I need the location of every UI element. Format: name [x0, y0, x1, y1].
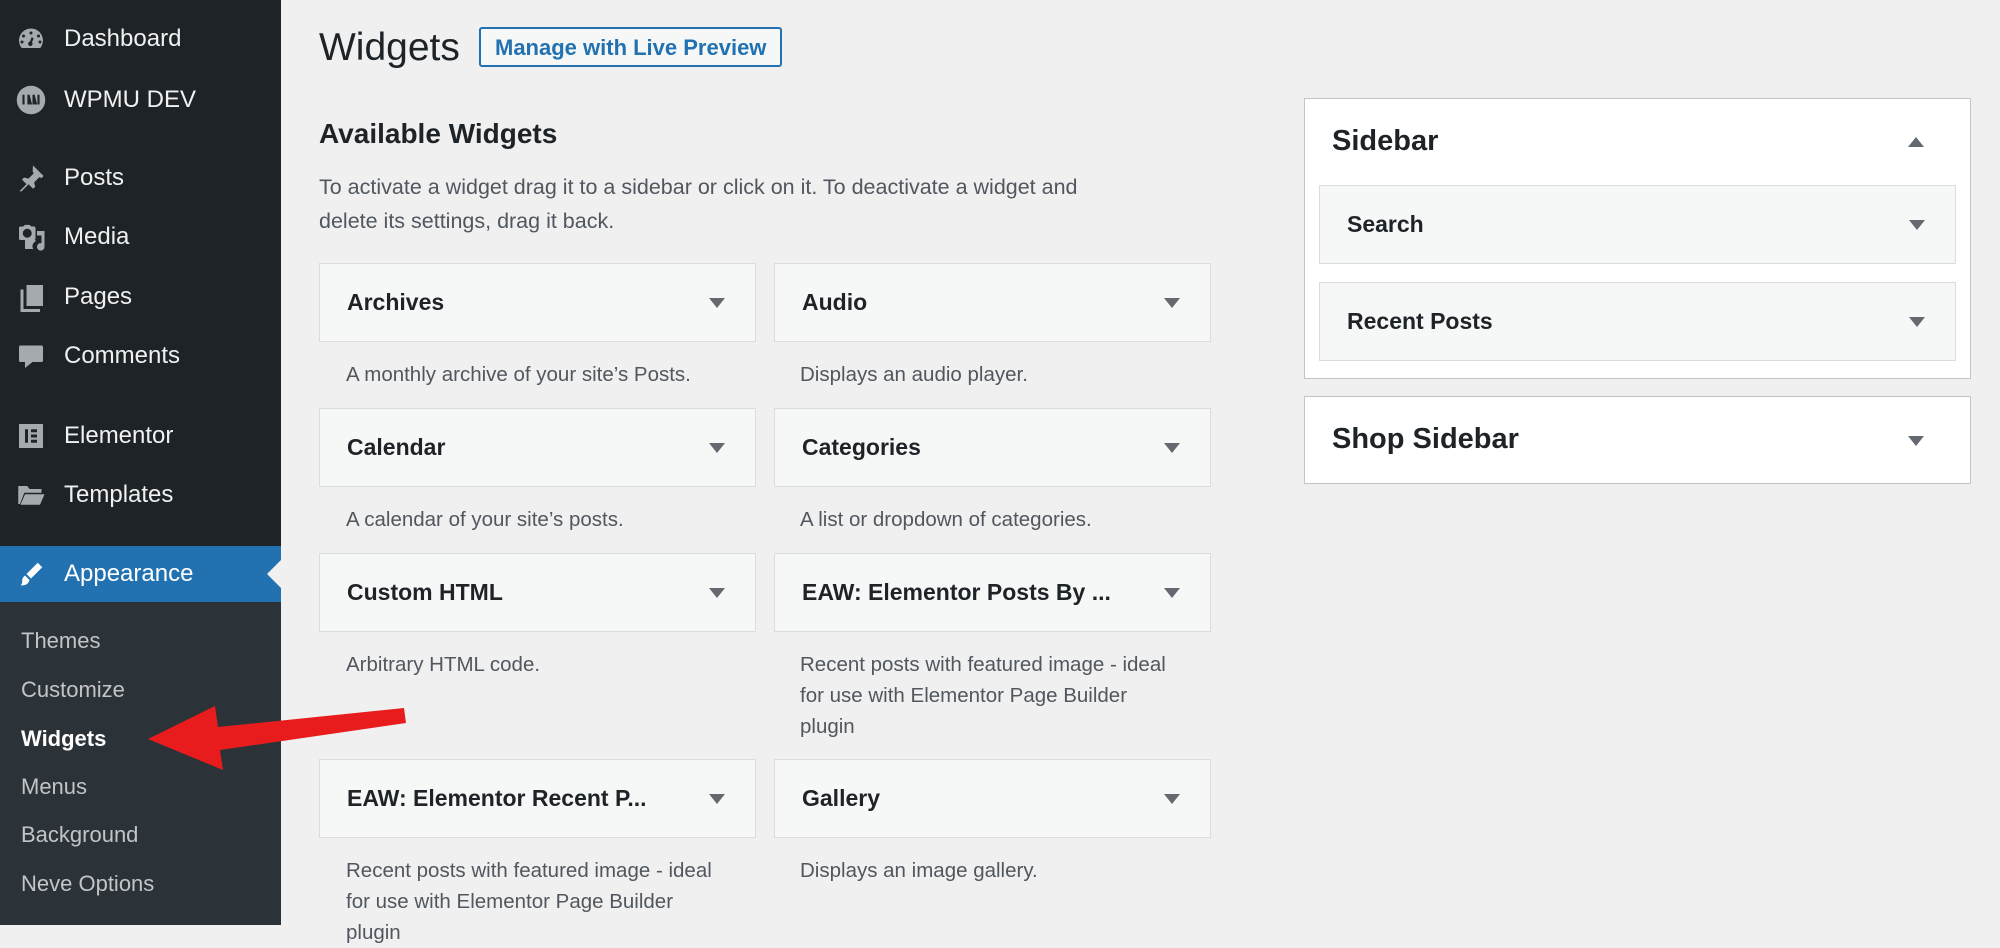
widget-title: Gallery [802, 785, 880, 811]
wpmudev-icon [15, 84, 47, 116]
current-indicator [267, 560, 281, 588]
widget-title: Audio [802, 289, 868, 315]
menu-item-pages[interactable]: Pages [0, 269, 281, 325]
expand-arrow-icon[interactable] [709, 588, 725, 598]
submenu-item-neve-options[interactable]: Neve Options [21, 871, 154, 897]
widget-calendar[interactable]: Calendar [319, 408, 756, 487]
page-title: Widgets [319, 26, 460, 69]
widget-eaw-posts-by[interactable]: EAW: Elementor Posts By ... [774, 553, 1211, 632]
menu-item-templates[interactable]: Templates [0, 467, 281, 523]
widget-audio[interactable]: Audio [774, 263, 1211, 342]
menu-item-label: Dashboard [64, 25, 182, 52]
menu-item-posts[interactable]: Posts [0, 150, 281, 206]
manage-live-preview-button[interactable]: Manage with Live Preview [479, 27, 783, 67]
expand-arrow-icon[interactable] [709, 298, 725, 308]
widget-description: A list or dropdown of categories. [800, 508, 1092, 531]
widget-categories[interactable]: Categories [774, 408, 1211, 487]
widget-title: Categories [802, 434, 921, 460]
folder-icon [15, 479, 47, 511]
widget-gallery[interactable]: Gallery [774, 759, 1211, 838]
widget-description: A calendar of your site’s posts. [346, 508, 624, 531]
widget-title: Search [1347, 211, 1424, 237]
sidebar-widget-search[interactable]: Search [1319, 185, 1956, 264]
menu-item-label: Appearance [64, 560, 194, 587]
expand-arrow-icon[interactable] [1164, 794, 1180, 804]
widget-title: Calendar [347, 434, 446, 460]
submenu-item-customize[interactable]: Customize [21, 677, 125, 703]
expand-arrow-icon[interactable] [1909, 220, 1925, 230]
sidebar-area[interactable]: Sidebar Search Recent Posts [1304, 98, 1971, 379]
sidebar-widget-recent-posts[interactable]: Recent Posts [1319, 282, 1956, 361]
expand-arrow-icon[interactable] [709, 443, 725, 453]
expand-arrow-icon[interactable] [1909, 317, 1925, 327]
menu-item-label: Posts [64, 164, 125, 191]
comment-icon [15, 340, 47, 372]
menu-item-label: Pages [64, 283, 133, 310]
pages-icon [15, 281, 47, 313]
expand-arrow-icon[interactable] [1164, 443, 1180, 453]
widget-title: EAW: Elementor Posts By ... [802, 579, 1111, 605]
menu-item-comments[interactable]: Comments [0, 328, 281, 384]
widget-description: Recent posts with featured image - ideal… [800, 653, 1166, 738]
sidebar-area-title: Shop Sidebar [1332, 423, 1519, 455]
dashboard-icon [15, 23, 47, 55]
menu-item-label: Elementor [64, 422, 174, 449]
menu-item-appearance[interactable]: Appearance [0, 546, 281, 602]
expand-arrow-icon[interactable] [1164, 298, 1180, 308]
available-widgets-intro: To activate a widget drag it to a sideba… [319, 175, 1078, 233]
sidebar-area-title: Sidebar [1332, 125, 1439, 157]
menu-item-wpmudev[interactable]: WPMU DEV [0, 72, 281, 128]
expand-arrow-icon[interactable] [709, 794, 725, 804]
menu-item-dashboard[interactable]: Dashboard [0, 11, 281, 67]
submenu-item-menus[interactable]: Menus [21, 774, 87, 800]
widget-description: Displays an image gallery. [800, 859, 1038, 882]
widget-title: Archives [347, 289, 445, 315]
widget-description: A monthly archive of your site’s Posts. [346, 363, 691, 386]
widget-description: Displays an audio player. [800, 363, 1028, 386]
menu-item-label: WPMU DEV [64, 86, 196, 113]
submenu-item-background[interactable]: Background [21, 822, 138, 848]
pin-icon [15, 162, 47, 194]
menu-item-elementor[interactable]: Elementor [0, 408, 281, 464]
widget-description: Arbitrary HTML code. [346, 653, 541, 676]
widget-description: Recent posts with featured image - ideal… [346, 859, 712, 944]
shop-sidebar-area[interactable]: Shop Sidebar [1304, 396, 1971, 484]
red-arrow-annotation [148, 706, 406, 770]
available-widgets-title: Available Widgets [319, 118, 558, 149]
expand-arrow-icon[interactable] [1164, 588, 1180, 598]
expand-arrow-icon[interactable] [1908, 436, 1924, 446]
menu-item-media[interactable]: Media [0, 209, 281, 265]
menu-item-label: Media [64, 223, 130, 250]
submenu-item-themes[interactable]: Themes [21, 628, 100, 654]
widget-title: Recent Posts [1347, 308, 1493, 334]
widget-archives[interactable]: Archives [319, 263, 756, 342]
paintbrush-icon [15, 558, 47, 590]
elementor-icon [15, 420, 47, 452]
menu-item-label: Templates [64, 481, 174, 508]
media-icon [15, 221, 47, 253]
menu-item-label: Comments [64, 342, 181, 369]
widget-custom-html[interactable]: Custom HTML [319, 553, 756, 632]
submenu-item-widgets[interactable]: Widgets [21, 726, 106, 752]
collapse-arrow-icon[interactable] [1908, 137, 1924, 147]
widget-title: Custom HTML [347, 579, 503, 605]
